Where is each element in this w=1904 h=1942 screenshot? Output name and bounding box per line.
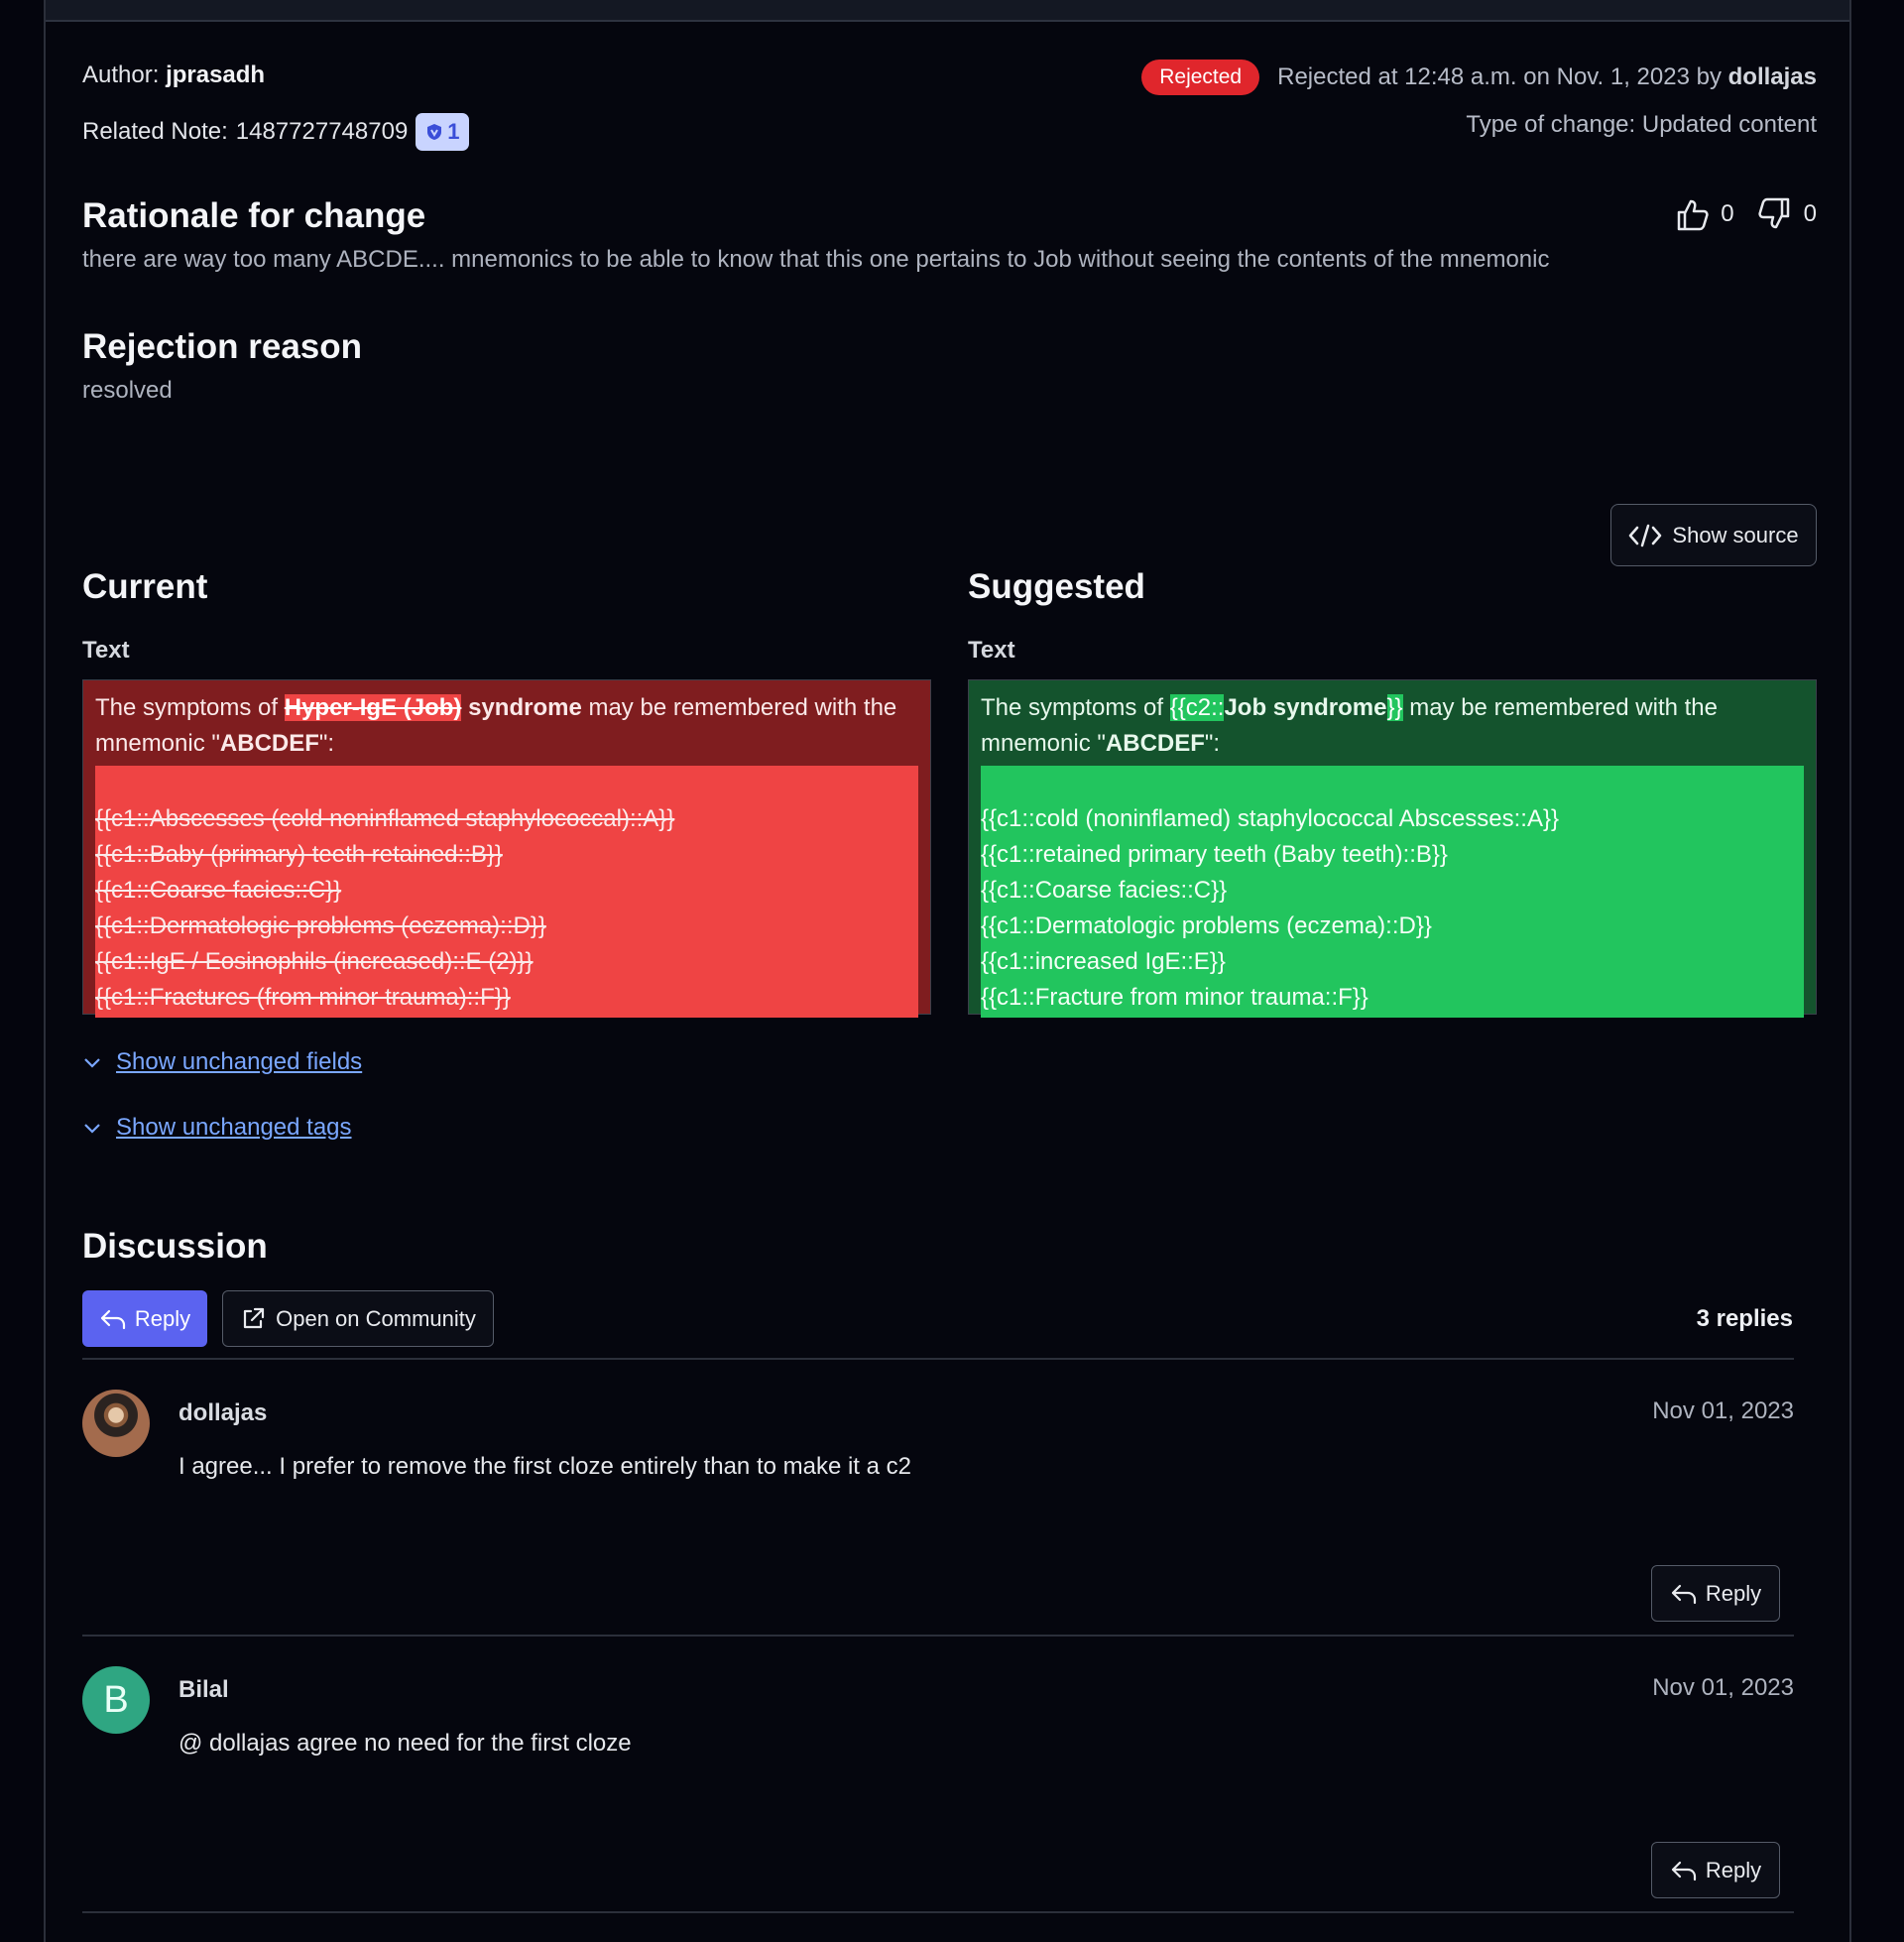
comment-reply-button[interactable]: Reply: [1651, 1842, 1780, 1898]
removed-line: {{c1::Dermatologic problems (eczema)::D}…: [95, 912, 546, 939]
author-label: Author:: [82, 61, 160, 88]
removed-text: Hyper-IgE (Job): [284, 694, 462, 721]
status-text-prefix: Rejected at 12:48 a.m. on Nov. 1, 2023 b…: [1277, 63, 1722, 90]
intro-prefix: The symptoms of: [981, 694, 1170, 721]
comment-text: I agree... I prefer to remove the first …: [178, 1453, 912, 1480]
external-link-icon: [244, 1307, 265, 1328]
comment-author[interactable]: dollajas: [178, 1399, 267, 1427]
open-on-community-label: Open on Community: [276, 1305, 476, 1331]
show-unchanged-fields-label: Show unchanged fields: [116, 1048, 363, 1075]
author-name: jprasadh: [166, 61, 266, 88]
reply-icon: [100, 1309, 125, 1329]
top-band: [46, 0, 1849, 22]
related-note-badge[interactable]: 1: [416, 113, 469, 151]
related-note-label: Related Note:: [82, 118, 228, 145]
suggested-intro: The symptoms of {{c2::Job syndrome}} may…: [981, 690, 1804, 762]
comment-item: dollajas Nov 01, 2023 I agree... I prefe…: [82, 1390, 1794, 1647]
downvote-count: 0: [1803, 200, 1817, 227]
comment-author[interactable]: Bilal: [178, 1676, 229, 1704]
show-unchanged-fields-link[interactable]: Show unchanged fields: [82, 1048, 362, 1076]
reply-icon: [1671, 1861, 1696, 1881]
type-of-change: Type of change: Updated content: [1466, 111, 1817, 138]
comment-date: Nov 01, 2023: [1652, 1397, 1794, 1424]
added-text-open: {{c2::: [1169, 694, 1225, 721]
removed-line: {{c1::Baby (primary) teeth retained::B}}: [95, 841, 503, 868]
status-text: Rejected at 12:48 a.m. on Nov. 1, 2023 b…: [1277, 63, 1817, 91]
added-line: {{c1::increased IgE::E}}: [981, 948, 1226, 975]
added-text-close: }}: [1386, 694, 1403, 721]
mnemonic: ABCDEF: [219, 730, 319, 757]
reply-button[interactable]: Reply: [82, 1290, 207, 1347]
added-block: {{c1::cold (noninflamed) staphylococcal …: [981, 766, 1804, 1018]
added-line: {{c1::retained primary teeth (Baby teeth…: [981, 841, 1448, 868]
show-source-button[interactable]: Show source: [1610, 504, 1817, 566]
removed-line: {{c1::IgE / Eosinophils (increased)::E (…: [95, 948, 534, 975]
status-user: dollajas: [1727, 63, 1817, 90]
comment-reply-button[interactable]: Reply: [1651, 1565, 1780, 1622]
comment-reply-label: Reply: [1705, 1580, 1762, 1606]
suggested-text-diff: The symptoms of {{c2::Job syndrome}} may…: [968, 679, 1817, 1018]
comment-text: @ dollajas agree no need for the first c…: [178, 1730, 632, 1757]
rejection-title: Rejection reason: [82, 327, 363, 366]
upvote-count: 0: [1721, 200, 1734, 227]
divider: [82, 1911, 1794, 1913]
thumbs-up-icon: [1678, 199, 1709, 231]
added-line: {{c1::Dermatologic problems (eczema)::D}…: [981, 912, 1432, 939]
intro-bold: Job syndrome: [1224, 694, 1387, 721]
avatar: B: [82, 1666, 150, 1734]
intro-end: ":: [318, 730, 335, 757]
avatar: [82, 1390, 150, 1457]
removed-line: {{c1::Fractures (from minor trauma)::F}}: [95, 984, 511, 1011]
current-title: Current: [82, 567, 208, 606]
mnemonic: ABCDEF: [1105, 730, 1205, 757]
author-row: Author: jprasadh: [82, 61, 265, 89]
open-on-community-button[interactable]: Open on Community: [222, 1290, 494, 1347]
thumbs-down-icon: [1758, 197, 1789, 229]
page-frame: Author: jprasadh Related Note: 148772774…: [44, 0, 1851, 1942]
intro-prefix: The symptoms of: [95, 694, 285, 721]
added-line: {{c1::Coarse facies::C}}: [981, 877, 1228, 904]
removed-line: {{c1::Coarse facies::C}}: [95, 877, 342, 904]
added-line: {{c1::Fracture from minor trauma::F}}: [981, 984, 1368, 1011]
code-icon: [1629, 524, 1662, 546]
status-row: Rejected Rejected at 12:48 a.m. on Nov. …: [1141, 60, 1817, 95]
reply-label: Reply: [134, 1305, 191, 1331]
related-note-row: Related Note: 1487727748709 1: [82, 113, 469, 151]
badge-count: 1: [447, 119, 460, 144]
rationale-text: there are way too many ABCDE.... mnemoni…: [82, 246, 1550, 273]
upvote-button[interactable]: 0: [1671, 193, 1734, 235]
intro-end: ":: [1204, 730, 1221, 757]
removed-block: {{c1::Abscesses (cold noninflamed staphy…: [95, 766, 918, 1018]
downvote-button[interactable]: 0: [1754, 193, 1817, 235]
comment-item: B Bilal Nov 01, 2023 @ dollajas agree no…: [82, 1666, 1794, 1924]
reply-icon: [1671, 1584, 1696, 1604]
shield-icon: [427, 124, 442, 140]
chevron-down-icon: [84, 1124, 100, 1134]
show-unchanged-tags-label: Show unchanged tags: [116, 1114, 352, 1141]
show-unchanged-tags-link[interactable]: Show unchanged tags: [82, 1114, 352, 1142]
comment-reply-label: Reply: [1705, 1857, 1762, 1882]
current-intro: The symptoms of Hyper-IgE (Job) syndrome…: [95, 690, 918, 762]
suggested-title: Suggested: [968, 567, 1145, 606]
related-note-id[interactable]: 1487727748709: [236, 118, 409, 146]
rejection-text: resolved: [82, 377, 173, 404]
divider: [82, 1635, 1794, 1637]
rationale-title: Rationale for change: [82, 196, 426, 235]
suggested-field-label: Text: [968, 637, 1015, 664]
current-field-label: Text: [82, 637, 130, 664]
current-text-diff: The symptoms of Hyper-IgE (Job) syndrome…: [82, 679, 931, 1018]
divider: [82, 1358, 1794, 1360]
replies-count: 3 replies: [1696, 1305, 1793, 1332]
removed-line: {{c1::Abscesses (cold noninflamed staphy…: [95, 805, 675, 832]
show-source-label: Show source: [1672, 522, 1799, 547]
added-line: {{c1::cold (noninflamed) staphylococcal …: [981, 805, 1560, 832]
status-badge: Rejected: [1141, 60, 1260, 95]
comment-date: Nov 01, 2023: [1652, 1674, 1794, 1701]
chevron-down-icon: [84, 1058, 100, 1068]
discussion-title: Discussion: [82, 1227, 268, 1266]
intro-bold: syndrome: [461, 694, 582, 721]
votes: 0 0: [1671, 193, 1817, 235]
